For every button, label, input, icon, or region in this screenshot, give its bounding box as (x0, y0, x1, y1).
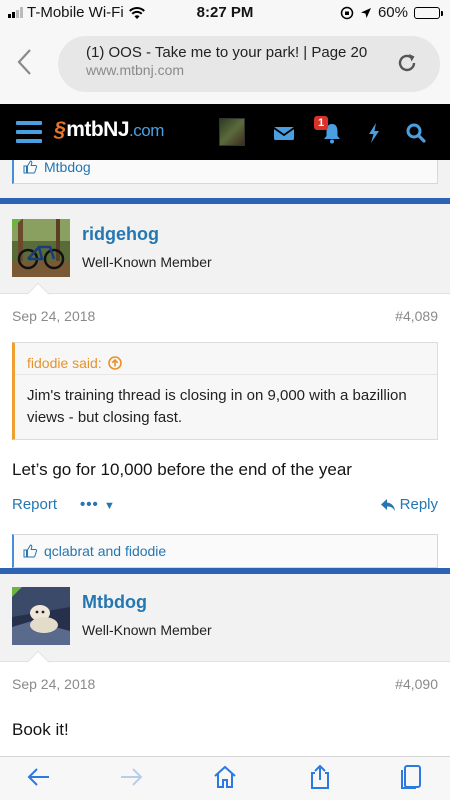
lightning-icon[interactable] (361, 120, 387, 146)
post-user-header: ridgehog Well-Known Member (0, 206, 450, 306)
browser-toolbar (0, 756, 450, 800)
tabs-icon[interactable] (397, 763, 425, 791)
logo-text: mtbNJ (66, 118, 130, 141)
menu-icon[interactable] (16, 121, 42, 143)
status-right: 60% (340, 4, 443, 21)
inbox-icon[interactable] (271, 120, 297, 146)
online-indicator (12, 587, 22, 597)
alert-count-badge: 1 (314, 116, 329, 130)
post-user-header: Mtbdog Well-Known Member (0, 574, 450, 674)
post-separator (0, 198, 450, 204)
post-meta: Sep 24, 2018 #4,090 (0, 662, 450, 706)
post: ridgehog Well-Known Member Sep 24, 2018 … (0, 206, 450, 576)
reload-icon[interactable] (396, 52, 418, 74)
post-date[interactable]: Sep 24, 2018 (12, 676, 95, 692)
post-date[interactable]: Sep 24, 2018 (12, 308, 95, 324)
reactions-users[interactable]: Mtbdog (44, 160, 91, 175)
quote-text: Jim's training thread is closing in on 9… (27, 387, 407, 426)
reply-button[interactable]: Reply (380, 496, 438, 513)
report-button[interactable]: Report (12, 496, 57, 513)
back-arrow-icon[interactable] (25, 763, 53, 791)
battery-percent: 60% (377, 4, 408, 21)
post-number[interactable]: #4,090 (395, 676, 438, 692)
thumbs-up-icon (23, 160, 38, 174)
browser-bar: (1) OOS - Take me to your park! | Page 2… (0, 26, 450, 104)
forward-arrow-icon[interactable] (117, 763, 145, 791)
site-header: §mtbNJ.com (0, 104, 450, 160)
search-icon[interactable] (403, 120, 429, 146)
post-meta: Sep 24, 2018 #4,089 (0, 294, 450, 338)
username[interactable]: Mtbdog (82, 592, 147, 613)
post-message: Let’s go for 10,000 before the end of th… (12, 460, 352, 479)
online-indicator (12, 219, 22, 229)
post-number[interactable]: #4,089 (395, 308, 438, 324)
reactions-bar[interactable]: Mtbdog (12, 160, 438, 184)
logo-suffix: .com (129, 121, 164, 140)
username[interactable]: ridgehog (82, 224, 159, 245)
rotation-lock-icon (340, 6, 354, 19)
quote-author[interactable]: fidodie said: (27, 355, 102, 371)
avatar[interactable] (12, 587, 70, 645)
page-title: (1) OOS - Take me to your park! | Page 2… (86, 44, 368, 61)
more-options-label: ••• (80, 496, 99, 513)
thumbs-up-icon (23, 544, 38, 558)
thread-content: Mtbdog ridgehog Well-Known Member Sep 24… (0, 160, 450, 756)
battery-icon (414, 6, 443, 19)
page-url: www.mtbnj.com (86, 62, 185, 78)
reactions-users[interactable]: qclabrat and fidodie (44, 543, 166, 559)
expand-quote-icon[interactable] (107, 356, 122, 370)
reply-label: Reply (399, 496, 438, 513)
post-message: Book it! (12, 720, 69, 739)
reply-icon (380, 498, 395, 511)
quote-header[interactable]: fidodie said: (15, 343, 437, 375)
avatar[interactable] (12, 219, 70, 277)
logo-mark: § (54, 118, 66, 141)
user-title: Well-Known Member (82, 254, 212, 270)
home-icon[interactable] (211, 763, 239, 791)
share-icon[interactable] (306, 763, 334, 791)
browser-back-icon[interactable] (16, 48, 40, 78)
address-bar[interactable]: (1) OOS - Take me to your park! | Page 2… (58, 36, 440, 92)
account-avatar[interactable] (219, 118, 245, 146)
site-logo[interactable]: §mtbNJ.com (54, 118, 164, 142)
post: Mtbdog Well-Known Member Sep 24, 2018 #4… (0, 574, 450, 756)
reactions-bar[interactable]: qclabrat and fidodie (12, 534, 438, 568)
quote-block: fidodie said: Jim's training thread is c… (12, 342, 438, 440)
status-bar: T-Mobile Wi-Fi 8:27 PM 60% (0, 0, 450, 26)
location-icon (360, 7, 371, 18)
chevron-down-icon: ▼ (103, 500, 116, 512)
more-options-button[interactable]: ••• ▼ (80, 496, 116, 513)
post-actions: Report ••• ▼ Reply (0, 482, 450, 528)
user-title: Well-Known Member (82, 622, 212, 638)
